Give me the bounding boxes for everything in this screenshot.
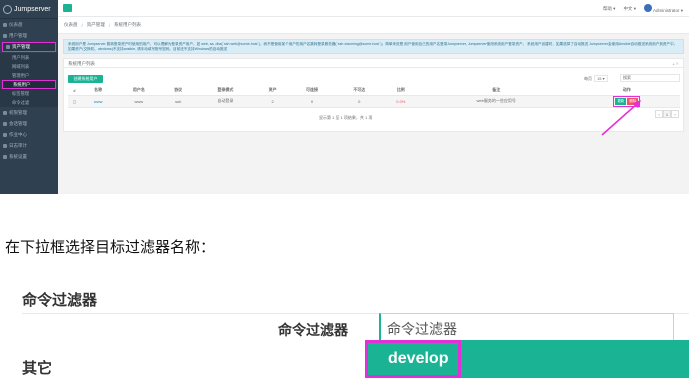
create-system-user-button[interactable]: 创建系统用户 — [68, 75, 103, 83]
logo-icon — [3, 4, 12, 14]
panel-title: 系统用户列表 — [64, 59, 683, 68]
language-menu[interactable]: 中文 ▾ — [623, 6, 636, 12]
table-search-input[interactable]: 搜索 — [620, 74, 680, 82]
filter-form-zoom: 命令过滤器 命令过滤器 命令过滤器 develop 其它 — [0, 272, 689, 379]
row-login-mode: 自动登录 — [193, 95, 257, 108]
jumpserver-screenshot: Jumpserver 仪表盘 用户管理 资产管理 用户列表 网域列表 管理用户 … — [0, 0, 689, 194]
sidebar-subitem-cmd-filters[interactable]: 命令过滤 — [0, 98, 58, 107]
user-menu[interactable]: Administrator ▾ — [643, 4, 683, 14]
page-1-button[interactable]: 1 — [663, 110, 671, 118]
row-ratio: 0.0% — [382, 95, 419, 108]
col-protocol[interactable]: 协议 — [162, 86, 194, 96]
sidebar-subitem-user-list[interactable]: 用户列表 — [0, 53, 58, 62]
topbar: 帮助 ▾ 中文 ▾ Administrator ▾ — [58, 0, 689, 17]
sidebar-item-perms[interactable]: 权限管理 — [0, 107, 58, 118]
app-name: Jumpserver — [14, 5, 51, 13]
row-comment: web服务的一些应用号 — [418, 95, 574, 108]
assets-icon — [6, 45, 10, 49]
dashboard-icon — [3, 22, 7, 27]
col-reachable[interactable]: 可连接 — [288, 86, 336, 96]
row-reachable: 0 — [288, 95, 336, 108]
breadcrumb: 仪表盘 / 资产管理 / 系统用户列表 — [58, 17, 689, 34]
col-comment[interactable]: 备注 — [418, 86, 574, 96]
annotation-arrow-icon — [601, 100, 641, 136]
col-username[interactable]: 用户名 — [115, 86, 163, 96]
jobs-icon — [3, 132, 7, 137]
dropdown-option-develop[interactable]: develop — [365, 340, 461, 378]
sidebar-item-users[interactable]: 用户管理 — [0, 30, 58, 41]
sidebar-item-jobs[interactable]: 作业中心 — [0, 129, 58, 140]
avatar — [643, 4, 652, 12]
col-name[interactable]: 名称 — [81, 86, 116, 96]
col-assets[interactable]: 资产 — [256, 86, 289, 96]
col-select[interactable]: # — [68, 86, 82, 96]
page-size-select[interactable]: 15 ▾ — [594, 75, 608, 82]
info-notice: 系统用户是 Jumpserver 跳转登录资产时使用的用户，可以理解为登录资产用… — [63, 39, 684, 54]
sidebar-subitem-admin-users[interactable]: 管理用户 — [0, 71, 58, 80]
pagination: ‹ 1 › — [655, 110, 679, 118]
sidebar-item-assets[interactable]: 资产管理 — [2, 42, 56, 52]
help-menu[interactable]: 帮助 ▾ — [603, 6, 616, 12]
sidebar-item-dashboard[interactable]: 仪表盘 — [0, 19, 58, 30]
col-unreachable[interactable]: 不可达 — [335, 86, 383, 96]
panel-tools[interactable]: ▴ ✕ — [673, 61, 679, 66]
sidebar-item-sessions[interactable]: 会话管理 — [0, 118, 58, 129]
settings-icon — [3, 154, 7, 159]
perms-icon — [3, 110, 7, 115]
row-name-link[interactable]: www — [81, 95, 116, 108]
row-unreachable: 0 — [335, 95, 383, 108]
row-protocol: ssh — [162, 95, 194, 108]
page-size: 每页 15 ▾ — [584, 75, 608, 82]
pager-info: 显示第 1 至 1 项结果，共 1 项 — [319, 115, 373, 120]
sidebar-item-audits[interactable]: 日志审计 — [0, 140, 58, 151]
row-username: www — [115, 95, 163, 108]
sidebar-subitem-labels[interactable]: 标签管理 — [0, 89, 58, 98]
row-assets: 2 — [256, 95, 289, 108]
other-section-title: 其它 — [22, 360, 53, 377]
cmd-filter-label: 命令过滤器 — [278, 322, 348, 338]
section-title: 命令过滤器 — [22, 292, 98, 309]
menu-toggle-button[interactable] — [63, 4, 72, 12]
next-page-button[interactable]: › — [671, 110, 679, 118]
table-header-row: # 名称 用户名 协议 登录模式 资产 可连接 不可达 比例 备注 动作 — [68, 86, 680, 96]
col-login-mode[interactable]: 登录模式 — [193, 86, 257, 96]
users-icon — [3, 33, 7, 38]
logo: Jumpserver — [0, 0, 58, 19]
system-user-panel: 系统用户列表 ▴ ✕ 创建系统用户 每页 15 ▾ 搜索 # 名称 用户名 协议… — [63, 58, 684, 132]
topbar-right: 帮助 ▾ 中文 ▾ Administrator ▾ — [603, 4, 683, 14]
sidebar-subitem-system-users[interactable]: 系统用户 — [2, 80, 56, 89]
row-checkbox[interactable]: ◻ — [68, 95, 82, 108]
sidebar: Jumpserver 仪表盘 用户管理 资产管理 用户列表 网域列表 管理用户 … — [0, 0, 58, 194]
system-user-table: # 名称 用户名 协议 登录模式 资产 可连接 不可达 比例 备注 动作 ◻ w… — [68, 86, 680, 108]
breadcrumb-item[interactable]: 仪表盘 — [64, 22, 78, 28]
table-row: ◻ www www ssh 自动登录 2 0 0 0.0% web服务的一些应用… — [68, 95, 680, 108]
sidebar-item-settings[interactable]: 系统设置 — [0, 151, 58, 162]
prev-page-button[interactable]: ‹ — [655, 110, 663, 118]
breadcrumb-item[interactable]: 资产管理 — [87, 22, 105, 28]
instruction-text: 在下拉框选择目标过滤器名称： — [5, 238, 216, 256]
cmd-filter-dropdown: develop — [365, 340, 689, 378]
audits-icon — [3, 143, 7, 148]
breadcrumb-current: 系统用户列表 — [114, 22, 142, 27]
col-action: 动作 — [573, 86, 680, 96]
col-ratio[interactable]: 比例 — [382, 86, 419, 96]
sidebar-subitem-domains[interactable]: 网域列表 — [0, 62, 58, 71]
sessions-icon — [3, 121, 7, 126]
